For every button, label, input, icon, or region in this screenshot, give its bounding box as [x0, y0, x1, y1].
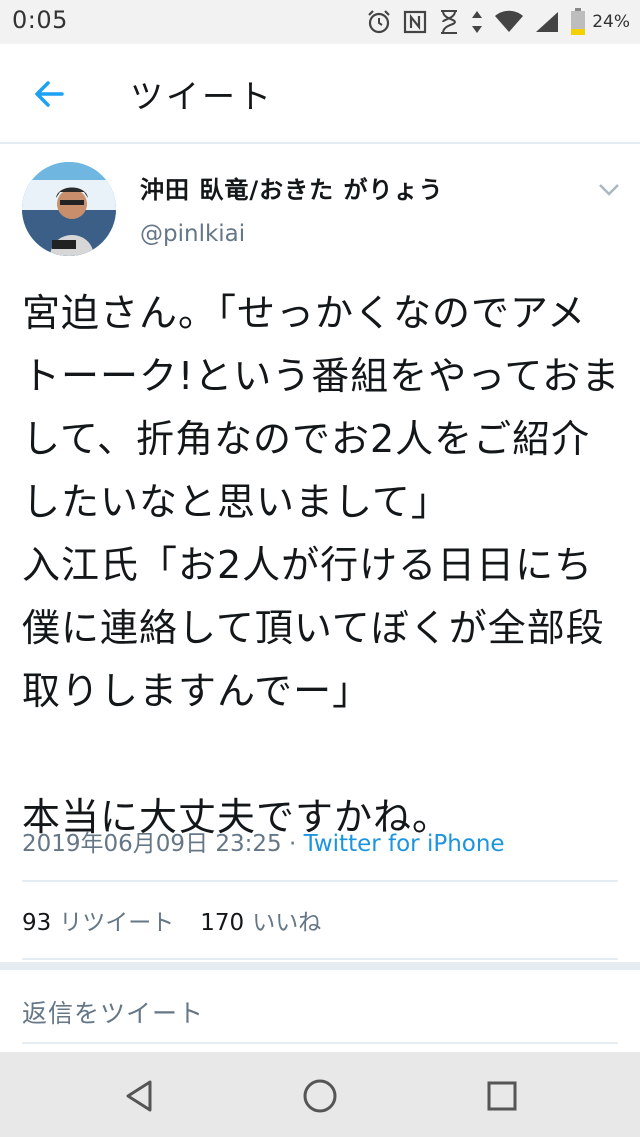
reply-divider: [22, 1042, 618, 1044]
home-circle-icon[interactable]: [300, 1076, 340, 1116]
meta-separator: ·: [281, 831, 304, 857]
like-stat[interactable]: 170 いいね: [200, 903, 321, 937]
divider: [22, 958, 618, 960]
app-bar: ツイート: [0, 44, 640, 144]
back-arrow-icon[interactable]: [26, 70, 74, 118]
reply-input[interactable]: 返信をツイート: [22, 994, 204, 1030]
display-name[interactable]: 沖田 臥竜/おきた がりょう: [140, 170, 443, 205]
recents-square-icon[interactable]: [482, 1076, 522, 1116]
avatar-image: [22, 162, 116, 256]
nfc-icon: [404, 10, 427, 34]
alarm-icon: [368, 10, 390, 34]
battery-icon: [571, 8, 586, 35]
tweet-meta: 2019年06月09日 23:25 · Twitter for iPhone: [22, 824, 505, 858]
like-label: いいね: [252, 910, 322, 936]
like-count: 170: [200, 910, 245, 936]
retweet-label: リツイート: [59, 910, 175, 936]
data-arrows-icon: [472, 11, 483, 33]
hourglass-icon: [441, 10, 458, 34]
retweet-stat[interactable]: 93 リツイート: [22, 903, 174, 937]
system-nav-bar: [0, 1052, 640, 1137]
tweet-text: 宮迫さん。「せっかくなのでアメトーーク!という番組をやっておまして、折角なのでお…: [22, 291, 621, 839]
status-bar: 0:05 24%: [0, 0, 640, 44]
status-time: 0:05: [12, 6, 68, 34]
user-handle[interactable]: @pinlkiai: [140, 221, 245, 247]
tweet-stats: 93 リツイート 170 いいね: [22, 903, 321, 937]
status-icons: 24%: [366, 6, 630, 38]
signal-icon: [536, 12, 559, 32]
wifi-icon: [495, 10, 524, 32]
section-gap: [0, 962, 640, 970]
page-title: ツイート: [130, 77, 274, 116]
chevron-down-icon[interactable]: [596, 180, 622, 200]
retweet-count: 93: [22, 910, 52, 936]
battery-percent: 24%: [592, 12, 630, 32]
divider: [22, 880, 618, 882]
tweet-source-link[interactable]: Twitter for iPhone: [304, 831, 505, 857]
tweet-timestamp: 2019年06月09日 23:25: [22, 831, 282, 857]
back-triangle-icon[interactable]: [120, 1076, 160, 1116]
avatar[interactable]: [22, 162, 116, 256]
